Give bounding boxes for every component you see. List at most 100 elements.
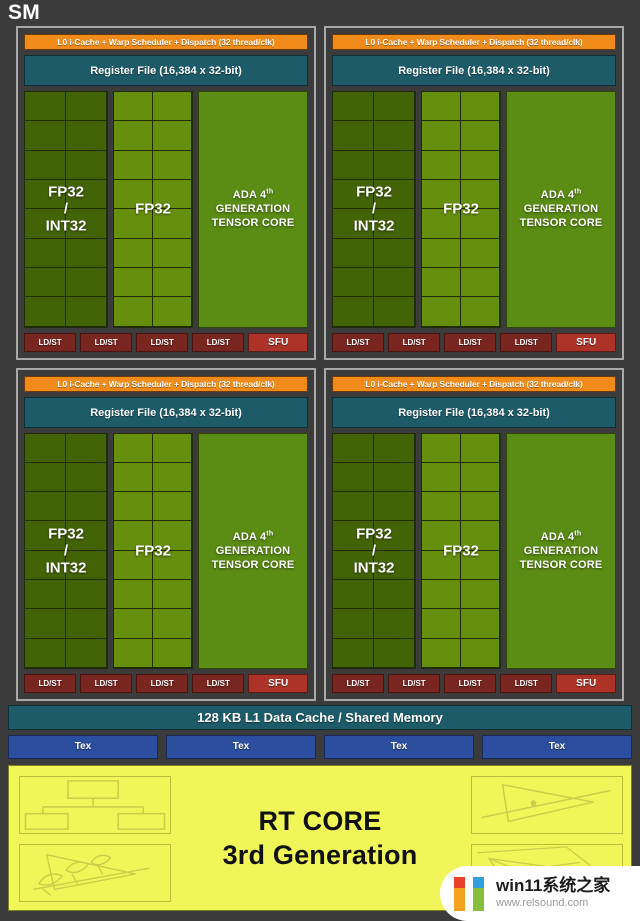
core-cell <box>113 520 153 551</box>
core-cell <box>113 266 153 298</box>
core-cell <box>65 178 107 210</box>
core-cell <box>460 208 500 239</box>
core-cell <box>152 237 192 268</box>
core-cell <box>113 637 153 668</box>
fp32-core-array: FP32 <box>113 91 193 328</box>
core-cell <box>460 237 500 268</box>
tensor-core-line2: GENERATION <box>215 544 291 557</box>
tensor-core-ordinal-suffix: th <box>574 188 582 196</box>
core-cell <box>460 296 500 327</box>
tensor-core-block: ADA 4th GENERATION TENSOR CORE <box>198 432 308 669</box>
core-cell <box>152 520 192 551</box>
core-cell <box>65 520 107 551</box>
l1-data-cache-block: 128 KB L1 Data Cache / Shared Memory <box>8 705 632 730</box>
core-cell <box>421 208 461 239</box>
tensor-core-block: ADA 4th GENERATION TENSOR CORE <box>506 91 616 328</box>
core-cell <box>65 266 107 298</box>
core-cell <box>65 579 107 610</box>
core-cell <box>421 637 461 668</box>
core-cell <box>332 579 374 610</box>
ldst-unit: LD/ST <box>136 674 189 693</box>
core-array-area: FP32/INT32 FP32 ADA 4th GENERATION TENSOR CO… <box>332 432 616 669</box>
core-cell <box>332 520 374 551</box>
watermark-title: win11系统之家 <box>496 876 611 896</box>
core-cell <box>421 549 461 581</box>
ldst-unit: LD/ST <box>444 332 497 352</box>
core-cell <box>421 491 461 522</box>
core-cell <box>24 178 66 210</box>
watermark-url: www.relsound.com <box>496 897 589 910</box>
core-cell <box>373 432 415 463</box>
core-cell <box>373 608 415 639</box>
core-cell <box>24 549 66 581</box>
core-cell <box>373 91 415 122</box>
core-cell <box>373 208 415 239</box>
core-cell <box>421 432 461 463</box>
core-cell <box>373 296 415 327</box>
core-cell <box>373 637 415 668</box>
tensor-core-line1: ADA 4 <box>540 530 575 543</box>
bvh-tree-icon <box>19 776 171 834</box>
core-cell <box>24 520 66 551</box>
core-cell <box>24 149 66 180</box>
sfu-unit: SFU <box>556 332 616 352</box>
tensor-core-line2: GENERATION <box>523 203 599 216</box>
core-cell <box>113 149 153 180</box>
ldst-unit: LD/ST <box>192 674 245 693</box>
core-cell <box>460 120 500 151</box>
ldst-unit: LD/ST <box>500 332 553 352</box>
core-cell <box>332 149 374 180</box>
core-cell <box>373 520 415 551</box>
core-cell <box>113 608 153 639</box>
core-cell <box>65 461 107 493</box>
core-cell <box>152 491 192 522</box>
core-cell <box>65 637 107 668</box>
ldst-unit: LD/ST <box>192 332 245 352</box>
ldst-unit: LD/ST <box>444 674 497 693</box>
core-cell <box>421 579 461 610</box>
core-cell <box>65 237 107 268</box>
core-cell <box>152 149 192 180</box>
core-cell <box>460 91 500 122</box>
core-cell <box>460 608 500 639</box>
core-cell <box>65 91 107 122</box>
core-cell <box>65 432 107 463</box>
core-cell <box>24 491 66 522</box>
fp32-int32-core-array: FP32/INT32 <box>24 91 108 328</box>
core-cell <box>460 491 500 522</box>
core-cell <box>113 549 153 581</box>
sfu-unit: SFU <box>248 674 308 693</box>
core-cell <box>24 432 66 463</box>
core-cell <box>152 608 192 639</box>
ldst-unit: LD/ST <box>332 332 385 352</box>
core-cell <box>373 237 415 268</box>
watermark: win11系统之家 www.relsound.com <box>440 866 640 921</box>
core-cell <box>373 149 415 180</box>
load-store-sfu-row: LD/ST LD/ST LD/ST LD/ST SFU <box>332 674 616 693</box>
core-cell <box>24 120 66 151</box>
core-cell <box>152 120 192 151</box>
warp-scheduler-bar: L0 i-Cache + Warp Scheduler + Dispatch (… <box>332 375 616 392</box>
ldst-unit: LD/ST <box>136 332 189 352</box>
warp-scheduler-bar: L0 i-Cache + Warp Scheduler + Dispatch (… <box>24 34 308 50</box>
core-cell <box>24 461 66 493</box>
core-cell <box>65 120 107 151</box>
tex-unit: Tex <box>324 735 474 759</box>
core-cell <box>421 178 461 210</box>
fp32-core-array: FP32 <box>113 432 193 669</box>
core-cell <box>421 237 461 268</box>
core-cell <box>113 579 153 610</box>
core-cell <box>373 491 415 522</box>
core-cell <box>373 266 415 298</box>
fp32-core-array: FP32 <box>421 432 501 669</box>
core-cell <box>332 237 374 268</box>
core-cell <box>65 549 107 581</box>
core-cell <box>65 608 107 639</box>
ldst-unit: LD/ST <box>332 674 385 693</box>
processing-block-grid: L0 i-Cache + Warp Scheduler + Dispatch (… <box>16 26 624 701</box>
register-file-bar: Register File (16,384 x 32-bit) <box>24 396 308 428</box>
tex-unit-row: Tex Tex Tex Tex <box>8 735 632 759</box>
tensor-core-line2: GENERATION <box>523 544 599 557</box>
core-cell <box>421 120 461 151</box>
core-cell <box>460 178 500 210</box>
